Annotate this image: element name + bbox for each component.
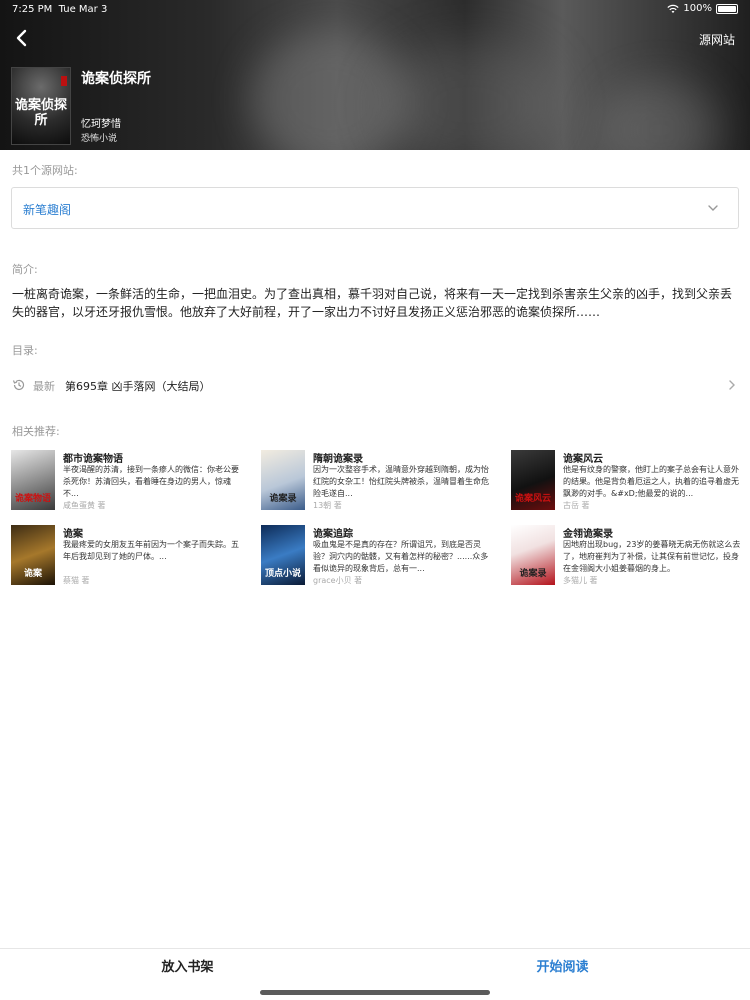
status-date: Tue Mar 3 — [58, 4, 108, 15]
status-time: 7:25 PM Tue Mar 3 — [12, 4, 107, 15]
book-category: 恐怖小说 — [81, 134, 118, 144]
recommend-item[interactable]: 诡案 诡案 我最疼爱的女朋友五年前因为一个案子而失踪。五年后我却见到了她的尸体。… — [11, 525, 251, 587]
home-indicator[interactable] — [260, 990, 490, 995]
battery-percent: 100% — [683, 3, 712, 14]
book-title: 诡案侦探所 — [81, 71, 151, 87]
recommend-desc: 因为一次整容手术，温晴意外穿越到隋朝，成为怡红院的女杂工！怡红院头牌被杀，温晴冒… — [313, 465, 489, 498]
cover-art-text: 诡案物语 — [14, 494, 51, 504]
cover-art-text: 诡案录 — [269, 494, 297, 504]
book-author: 忆珂梦惜 — [81, 119, 121, 130]
cover-title-art: 诡案侦探所 — [14, 98, 67, 128]
wifi-icon — [667, 4, 680, 13]
recommend-desc: 他是有纹身的警察，他盯上的案子总会有让人意外的结果。他是背负着厄运之人，执着的追… — [563, 465, 739, 498]
chevron-down-icon — [708, 205, 718, 211]
latest-chapter-row[interactable]: 最新 第695章 凶手落网（大结局） — [0, 372, 750, 398]
latest-label: 最新 — [33, 380, 55, 393]
recommend-cover: 诡案物语 — [11, 450, 55, 510]
header-background-blur — [380, 40, 560, 150]
recommend-desc: 吸血鬼是不是真的存在？所谓诅咒，到底是否灵验？洞穴内的骷髅，又有着怎样的秘密？.… — [313, 540, 489, 573]
chevron-right-icon — [729, 380, 735, 390]
recommend-item[interactable]: 诡案录 金翎诡案录 因地府出现bug，23岁的姜暮晓无病无伤就这么去了，地府崔判… — [511, 525, 750, 587]
recommend-title: 隋朝诡案录 — [313, 454, 363, 465]
status-clock: 7:25 PM — [12, 4, 53, 15]
recommend-item[interactable]: 诡案物语 都市诡案物语 半夜渴醒的苏清，接到一条瘆人的微信：你老公要杀死你！苏清… — [11, 450, 251, 512]
history-icon — [12, 379, 25, 391]
add-to-shelf-button[interactable]: 放入书架 — [0, 949, 375, 989]
recommend-cover: 诡案 — [11, 525, 55, 585]
cover-art-text: 顶点小说 — [264, 569, 301, 579]
start-reading-button[interactable]: 开始阅读 — [375, 949, 750, 989]
recommend-title: 金翎诡案录 — [563, 529, 613, 540]
status-right: 100% — [667, 3, 738, 14]
recommend-desc: 因地府出现bug，23岁的姜暮晓无病无伤就这么去了，地府崔判为了补偿，让其保有前… — [563, 540, 741, 573]
recommend-author: 多猫儿 著 — [563, 576, 598, 585]
recommend-cover: 诡案风云 — [511, 450, 555, 510]
recommend-item[interactable]: 诡案录 隋朝诡案录 因为一次整容手术，温晴意外穿越到隋朝，成为怡红院的女杂工！怡… — [261, 450, 501, 512]
header-background-blur — [600, 80, 720, 150]
cover-art-text: 诡案录 — [519, 569, 547, 579]
recommend-title: 诡案风云 — [563, 454, 603, 465]
recommend-desc: 我最疼爱的女朋友五年前因为一个案子而失踪。五年后我却见到了她的尸体。... — [63, 540, 239, 561]
recommend-title: 都市诡案物语 — [63, 454, 123, 465]
battery-icon — [716, 3, 738, 14]
source-website-link[interactable]: 源网站 — [699, 31, 735, 48]
toc-label: 目录: — [12, 344, 38, 357]
latest-chapter: 第695章 凶手落网（大结局） — [65, 380, 211, 393]
selected-source: 新笔趣阁 — [23, 203, 72, 217]
recommend-desc: 半夜渴醒的苏清，接到一条瘆人的微信：你老公要杀死你！苏清回头，看着睡在身边的男人… — [63, 465, 239, 498]
recommend-author: 蔡猫 著 — [63, 576, 90, 585]
recommend-author: 古岳 著 — [563, 501, 590, 510]
recommend-cover: 诡案录 — [261, 450, 305, 510]
intro-text: 一桩离奇诡案，一条鲜活的生命，一把血泪史。为了查出真相，慕千羽对自己说，将来有一… — [12, 287, 733, 319]
source-select[interactable]: 新笔趣阁 — [11, 187, 739, 229]
bottom-action-bar: 放入书架 开始阅读 — [0, 948, 750, 1000]
back-button[interactable] — [12, 28, 32, 48]
recommend-author: 13朝 著 — [313, 501, 342, 510]
recommend-cover: 顶点小说 — [261, 525, 305, 585]
recommend-item[interactable]: 诡案风云 诡案风云 他是有纹身的警察，他盯上的案子总会有让人意外的结果。他是背负… — [511, 450, 750, 512]
intro-label: 简介: — [12, 263, 38, 276]
recommend-label: 相关推荐: — [12, 425, 60, 438]
recommend-author: 咸鱼蛋黄 著 — [63, 501, 106, 510]
recommend-cover: 诡案录 — [511, 525, 555, 585]
recommend-title: 诡案追踪 — [313, 529, 353, 540]
cover-red-mark — [61, 76, 67, 86]
cover-art-text: 诡案 — [23, 569, 42, 579]
recommend-item[interactable]: 顶点小说 诡案追踪 吸血鬼是不是真的存在？所谓诅咒，到底是否灵验？洞穴内的骷髅，… — [261, 525, 501, 587]
recommend-author: grace小贝 著 — [313, 576, 363, 585]
cover-art-text: 诡案风云 — [514, 494, 551, 504]
status-bar: 7:25 PM Tue Mar 3 100% — [0, 0, 750, 20]
recommend-title: 诡案 — [63, 529, 83, 540]
book-header: 7:25 PM Tue Mar 3 100% 源网站 诡案侦探所 诡案侦探所 忆… — [0, 0, 750, 150]
book-cover: 诡案侦探所 — [11, 67, 71, 145]
sources-label: 共1个源网站: — [12, 164, 78, 177]
